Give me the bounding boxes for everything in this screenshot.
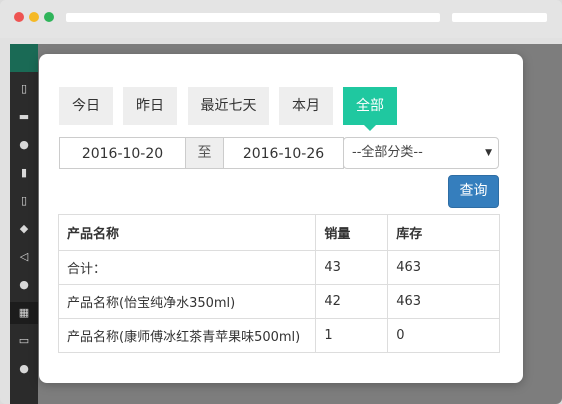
header-stock: 库存 xyxy=(387,214,500,251)
address-bar[interactable] xyxy=(66,13,440,22)
calendar-icon[interactable]: ▦ xyxy=(10,302,38,324)
minimize-window-dot[interactable] xyxy=(29,12,39,22)
file-icon[interactable]: ▯ xyxy=(10,190,38,212)
table-row: 合计： 43 463 xyxy=(57,250,500,285)
sales-table: 产品名称 销量 库存 合计： 43 463 产品名称(怡宝纯净水350ml) 4… xyxy=(57,214,500,353)
tab-today[interactable]: 今日 xyxy=(59,87,113,125)
stats-modal: 今日 昨日 最近七天 本月 全部 2016-10-20 至 2016-10-26… xyxy=(39,54,523,383)
apple-icon[interactable]: ● xyxy=(10,358,38,380)
tab-yesterday[interactable]: 昨日 xyxy=(123,87,177,125)
home-icon[interactable] xyxy=(10,44,38,72)
date-range-separator: 至 xyxy=(185,137,224,169)
cell-sales: 43 xyxy=(315,250,389,285)
header-sales: 销量 xyxy=(315,214,389,251)
search-bar[interactable] xyxy=(452,13,547,22)
cell-product-name: 合计： xyxy=(57,250,317,285)
cart-icon[interactable]: ▬ xyxy=(10,106,38,128)
table-header-row: 产品名称 销量 库存 xyxy=(57,214,500,251)
cell-stock: 0 xyxy=(387,318,500,353)
cell-product-name: 产品名称(康师傅冰红茶青苹果味500ml) xyxy=(57,318,317,353)
table-row: 产品名称(康师傅冰红茶青苹果味500ml) 1 0 xyxy=(57,318,500,353)
share-icon[interactable]: ◁ xyxy=(10,246,38,268)
mobile-icon[interactable]: ▯ xyxy=(10,78,38,100)
book-icon[interactable]: ▮ xyxy=(10,162,38,184)
tab-last-seven-days[interactable]: 最近七天 xyxy=(188,87,269,125)
cell-sales: 1 xyxy=(315,318,389,353)
query-button[interactable]: 查询 xyxy=(448,175,499,208)
cell-product-name: 产品名称(怡宝纯净水350ml) xyxy=(57,284,317,319)
close-window-dot[interactable] xyxy=(14,12,24,22)
browser-window: ▯ ▬ ● ▮ ▯ ◆ ◁ ● ▦ ▭ ● 今日 昨日 最近七天 本月 全部 2… xyxy=(0,0,562,404)
tab-all[interactable]: 全部 xyxy=(343,87,397,131)
maximize-window-dot[interactable] xyxy=(44,12,54,22)
tab-this-month[interactable]: 本月 xyxy=(279,87,333,125)
cubes-icon[interactable]: ◆ xyxy=(10,218,38,240)
browser-toolbar xyxy=(0,0,562,38)
user-icon[interactable]: ● xyxy=(10,274,38,296)
end-date-input[interactable]: 2016-10-26 xyxy=(223,137,344,169)
category-select[interactable]: --全部分类-- ▼ xyxy=(343,137,499,169)
sidebar: ▯ ▬ ● ▮ ▯ ◆ ◁ ● ▦ ▭ ● xyxy=(10,44,38,404)
cell-sales: 42 xyxy=(315,284,389,319)
caret-down-icon: ▼ xyxy=(485,148,492,158)
category-select-value: --全部分类-- xyxy=(352,145,423,160)
start-date-input[interactable]: 2016-10-20 xyxy=(59,137,186,169)
cell-stock: 463 xyxy=(387,284,500,319)
header-product-name: 产品名称 xyxy=(57,214,317,251)
money-icon[interactable]: ▭ xyxy=(10,330,38,352)
cell-stock: 463 xyxy=(387,250,500,285)
table-row: 产品名称(怡宝纯净水350ml) 42 463 xyxy=(57,284,500,319)
chat-icon[interactable]: ● xyxy=(10,134,38,156)
